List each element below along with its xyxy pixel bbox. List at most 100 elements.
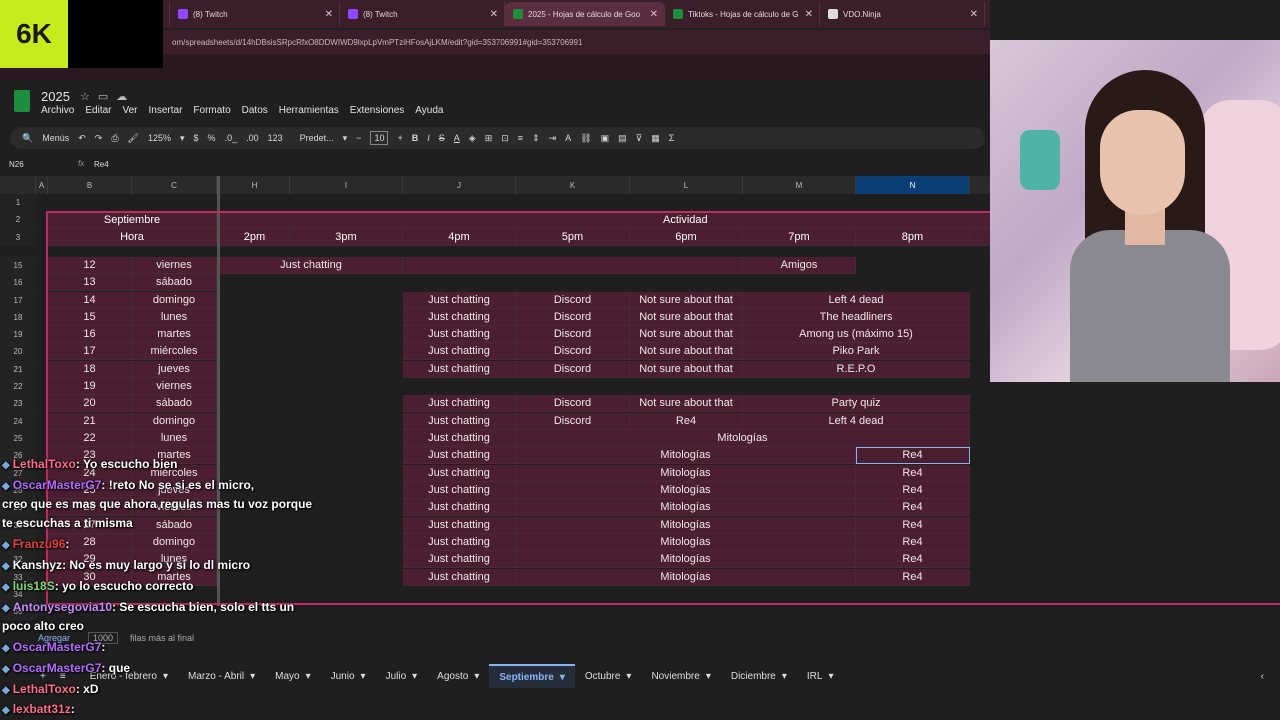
row-header[interactable]: 2 bbox=[0, 211, 36, 228]
paint-format-icon[interactable]: 🖌 bbox=[128, 133, 139, 144]
strikethrough-icon[interactable]: S bbox=[439, 133, 445, 143]
merge-cells-icon[interactable]: ⊡ bbox=[501, 133, 509, 144]
activity-cell[interactable]: Mitologías bbox=[516, 430, 970, 447]
activity-cell[interactable]: Just chatting bbox=[403, 343, 516, 360]
activity-cell[interactable]: Mitologías bbox=[516, 551, 856, 568]
menu-item[interactable]: Archivo bbox=[41, 105, 74, 116]
close-tab-icon[interactable]: ✕ bbox=[490, 9, 498, 20]
column-header[interactable]: B bbox=[48, 176, 132, 194]
chevron-down-icon[interactable]: ▾ bbox=[306, 671, 311, 682]
activity-cell[interactable]: Mitologías bbox=[516, 482, 856, 499]
zoom-select[interactable]: 125% bbox=[148, 133, 171, 143]
activity-cell[interactable]: Re4 bbox=[856, 482, 970, 499]
activity-cell[interactable]: Re4 bbox=[856, 569, 970, 586]
chevron-down-icon[interactable]: ▾ bbox=[250, 671, 255, 682]
weekday[interactable]: lunes bbox=[132, 309, 217, 326]
activity-cell[interactable]: Piko Park bbox=[743, 343, 970, 360]
day-number[interactable]: 21 bbox=[48, 413, 132, 430]
scroll-left-icon[interactable]: ‹ bbox=[1261, 671, 1264, 682]
row-header[interactable]: 17 bbox=[0, 292, 36, 309]
weekday[interactable]: domingo bbox=[132, 413, 217, 430]
activity-cell[interactable]: Not sure about that bbox=[630, 343, 743, 360]
menu-item[interactable]: Extensiones bbox=[350, 105, 404, 116]
name-box[interactable]: N26 bbox=[9, 160, 24, 169]
column-header[interactable]: L bbox=[630, 176, 743, 194]
day-number[interactable]: 19 bbox=[48, 378, 132, 395]
select-all-corner[interactable] bbox=[0, 176, 36, 194]
chevron-down-icon[interactable]: ▾ bbox=[828, 671, 833, 682]
close-tab-icon[interactable]: ✕ bbox=[970, 9, 978, 20]
activity-cell[interactable]: Discord bbox=[516, 292, 630, 309]
chevron-down-icon[interactable]: ▾ bbox=[412, 671, 417, 682]
undo-icon[interactable]: ↶ bbox=[78, 133, 86, 144]
activity-cell[interactable]: Just chatting bbox=[403, 569, 516, 586]
activity-cell[interactable]: Among us (máximo 15) bbox=[743, 326, 970, 343]
activity-cell[interactable]: Mitologías bbox=[516, 499, 856, 516]
weekday[interactable]: sábado bbox=[132, 395, 217, 412]
sheet-tab[interactable]: Octubre ▾ bbox=[575, 671, 642, 682]
browser-tab[interactable]: VDO.Ninja ✕ bbox=[820, 2, 985, 26]
chevron-down-icon[interactable]: ▾ bbox=[163, 671, 168, 682]
filter-views-icon[interactable]: ▦ bbox=[651, 133, 660, 144]
chart-icon[interactable]: ▤ bbox=[618, 133, 627, 144]
menu-item[interactable]: Ayuda bbox=[415, 105, 443, 116]
functions-icon[interactable]: Σ bbox=[669, 133, 675, 143]
font-size-increase[interactable]: + bbox=[397, 133, 402, 143]
close-tab-icon[interactable]: ✕ bbox=[805, 9, 813, 20]
address-bar[interactable]: om/spreadsheets/d/14hDBsisSRpcRfxO8DDWIW… bbox=[160, 30, 990, 54]
activity-cell[interactable]: Just chatting bbox=[403, 482, 516, 499]
activity-cell[interactable]: Mitologías bbox=[516, 517, 856, 534]
row-header[interactable]: 20 bbox=[0, 343, 36, 360]
borders-icon[interactable]: ⊞ bbox=[485, 133, 493, 144]
chevron-down-icon[interactable]: ▾ bbox=[706, 671, 711, 682]
activity-cell[interactable]: Re4 bbox=[856, 551, 970, 568]
weekday[interactable]: lunes bbox=[132, 430, 217, 447]
activity-cell[interactable]: Just chatting bbox=[403, 517, 516, 534]
print-icon[interactable]: ⎙ bbox=[111, 133, 118, 144]
day-number[interactable]: 14 bbox=[48, 292, 132, 309]
weekday[interactable]: domingo bbox=[132, 292, 217, 309]
italic-icon[interactable]: I bbox=[427, 133, 430, 143]
search-icon[interactable]: 🔍 bbox=[22, 133, 33, 144]
activity-cell[interactable]: Just chatting bbox=[403, 551, 516, 568]
row-header[interactable]: 16 bbox=[0, 274, 36, 291]
sheet-tab[interactable]: Noviembre ▾ bbox=[641, 671, 720, 682]
currency-button[interactable]: $ bbox=[194, 133, 199, 143]
selected-cell[interactable]: Re4 bbox=[856, 447, 970, 464]
menu-item[interactable]: Formato bbox=[193, 105, 230, 116]
row-header[interactable]: 19 bbox=[0, 326, 36, 343]
activity-cell[interactable]: Just chatting bbox=[403, 292, 516, 309]
decrease-decimal-button[interactable]: .0_ bbox=[225, 133, 238, 143]
sheet-tab[interactable]: Septiembre ▾ bbox=[489, 664, 575, 688]
column-header[interactable]: A bbox=[36, 176, 48, 194]
activity-cell[interactable]: Re4 bbox=[856, 534, 970, 551]
activity-cell[interactable]: Discord bbox=[516, 343, 630, 360]
activity-cell[interactable]: Left 4 dead bbox=[743, 292, 970, 309]
column-header[interactable]: I bbox=[290, 176, 403, 194]
activity-cell[interactable]: R.E.P.O bbox=[743, 361, 970, 378]
day-number[interactable]: 13 bbox=[48, 274, 132, 291]
browser-tab[interactable]: Tiktoks - Hojas de cálculo de G ✕ bbox=[665, 2, 820, 26]
weekday[interactable]: sábado bbox=[132, 517, 217, 534]
activity-cell[interactable]: Just chatting bbox=[403, 534, 516, 551]
fill-color-icon[interactable]: ◈ bbox=[469, 133, 476, 144]
row-header[interactable]: 21 bbox=[0, 361, 36, 378]
sheet-tab[interactable]: Marzo - Abril ▾ bbox=[178, 671, 265, 682]
wrap-icon[interactable]: ⇥ bbox=[549, 133, 557, 144]
filter-icon[interactable]: ⊽ bbox=[636, 133, 643, 144]
frozen-column-divider[interactable] bbox=[217, 176, 220, 606]
sheet-tab[interactable]: Junio ▾ bbox=[321, 671, 376, 682]
sheet-tab[interactable]: Agosto ▾ bbox=[427, 671, 489, 682]
activity-cell[interactable]: Re4 bbox=[856, 517, 970, 534]
font-size-input[interactable]: 10 bbox=[370, 131, 389, 145]
activity-cell[interactable]: Left 4 dead bbox=[743, 413, 970, 430]
bold-icon[interactable]: B bbox=[412, 133, 419, 143]
menu-search[interactable]: Menús bbox=[42, 133, 69, 143]
activity-cell[interactable]: Party quiz bbox=[743, 395, 970, 412]
cloud-status-icon[interactable]: ☁ bbox=[116, 90, 127, 103]
day-number[interactable]: 18 bbox=[48, 361, 132, 378]
activity-cell[interactable]: Not sure about that bbox=[630, 395, 743, 412]
activity-cell[interactable]: Mitologías bbox=[516, 569, 856, 586]
weekday[interactable]: viernes bbox=[132, 257, 217, 274]
activity-cell[interactable]: Mitologías bbox=[516, 465, 856, 482]
